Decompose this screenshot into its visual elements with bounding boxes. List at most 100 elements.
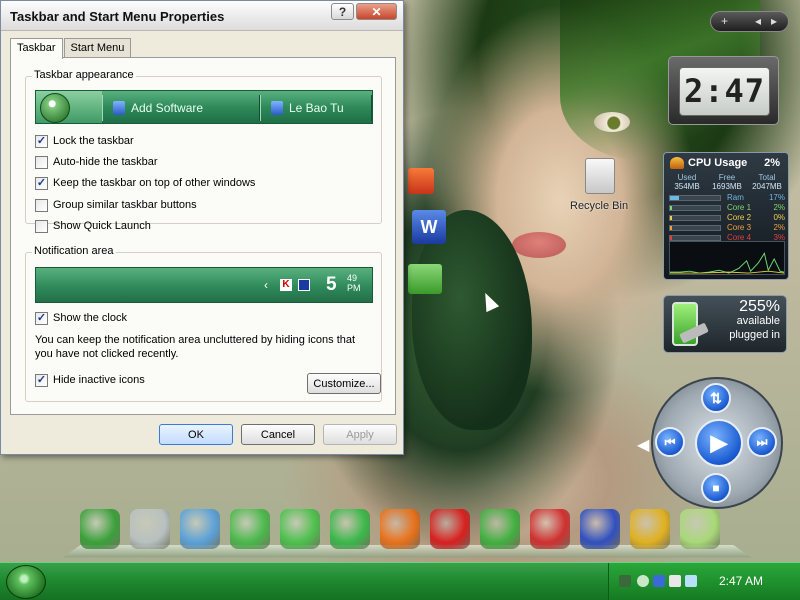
group-similar-checkbox[interactable]: Group similar taskbar buttons [35,198,197,212]
checkbox-label[interactable]: Lock the taskbar [53,135,134,147]
cpu-row-fill [670,196,679,200]
feather-icon[interactable] [580,509,620,549]
wallpaper-eye [594,112,630,132]
cpu-row-name: Core 2 [727,213,752,222]
collapse-arrow-icon[interactable]: ◀ [637,435,649,455]
display-icon[interactable] [685,575,697,587]
clock-gadget[interactable]: 2:47 [668,56,779,125]
used-header: Used [677,173,697,182]
control-panel-icon[interactable] [180,509,220,549]
dialog-titlebar[interactable]: Taskbar and Start Menu Properties ? ✕ [1,1,403,31]
computer-icon[interactable] [80,509,120,549]
checkbox-box[interactable]: ✓ [35,176,48,190]
checkbox-box[interactable]: ✓ [35,373,48,387]
recycle-bin-label[interactable]: Recycle Bin [570,200,628,212]
preview-task-le-bao-tu: Le Bao Tu [260,95,372,121]
tools-icon[interactable] [630,509,670,549]
powerpoint-icon[interactable] [408,168,434,194]
keep-on-top-checkbox[interactable]: ✓ Keep the taskbar on top of other windo… [35,176,255,190]
cpu-title: CPU Usage [688,157,748,169]
firefox-icon[interactable] [380,509,420,549]
battery-gadget[interactable]: 255% available plugged in [663,295,787,353]
preview-task-label: Add Software [131,101,204,115]
cpu-history-graph [669,241,785,275]
next-gadget-button[interactable]: ▸ [771,14,777,28]
close-button[interactable]: ✕ [356,3,397,20]
acrobat-icon[interactable] [530,509,570,549]
apply-button[interactable]: Apply [323,424,397,445]
checkbox-box[interactable] [35,155,48,169]
cancel-button[interactable]: Cancel [241,424,315,445]
prev-gadget-button[interactable]: ◂ [755,14,761,28]
cpu-row-bar [669,225,721,231]
notification-description: You can keep the notification area unclu… [35,334,356,360]
checkbox-label[interactable]: Group similar taskbar buttons [53,199,197,211]
recycle-icon[interactable] [637,575,649,587]
checkbox-box[interactable]: ✓ [35,134,48,148]
media-control-gadget: ◀ ⇅ ⏮ ▶ ⏭ ■ [637,377,787,509]
media-player-icon[interactable] [230,509,270,549]
start-orb-icon [40,93,70,123]
stop-button[interactable]: ■ [701,473,731,503]
preview-clock-hour: 5 [326,274,337,295]
cpu-row-bar [669,215,721,221]
skype-icon[interactable] [480,509,520,549]
customize-button[interactable]: Customize... [307,373,381,394]
lock-taskbar-checkbox[interactable]: ✓ Lock the taskbar [35,134,134,148]
window-icon [271,101,283,115]
notification-preview: ‹ K 5 49 PM [35,267,373,303]
checkbox-label[interactable]: Show Quick Launch [53,220,151,232]
preview-clock-ampm: PM [347,283,361,293]
shuffle-button[interactable]: ⇅ [701,383,731,413]
checkbox-box[interactable]: ✓ [35,311,48,325]
preview-task-label: Le Bao Tu [289,101,344,115]
free-header: Free [718,173,736,182]
checkbox-box[interactable] [35,198,48,212]
word-icon[interactable]: W [412,210,446,244]
preview-task-add-software: Add Software [102,95,260,121]
total-value: 2047MB [752,182,782,191]
checkbox-label[interactable]: Keep the taskbar on top of other windows [53,177,255,189]
help-button[interactable]: ? [331,3,354,20]
hide-inactive-checkbox[interactable]: ✓ Hide inactive icons [35,373,145,387]
volume-icon[interactable] [669,575,681,587]
checkbox-label[interactable]: Auto-hide the taskbar [53,156,158,168]
apple-icon[interactable] [280,509,320,549]
battery-status-1: available [736,315,780,327]
checkbox-label[interactable]: Hide inactive icons [53,374,145,386]
cpu-row-name: Core 3 [727,223,752,232]
cpu-row-fill [670,206,672,210]
dialog-tabs: Taskbar Start Menu [10,38,132,59]
recycle-bin-icon[interactable] [130,509,170,549]
tab-start-menu[interactable]: Start Menu [63,38,132,58]
network-icon[interactable] [619,575,631,587]
folder-icon[interactable] [680,509,720,549]
show-quick-launch-checkbox[interactable]: Show Quick Launch [35,219,151,233]
show-clock-checkbox[interactable]: ✓ Show the clock [35,311,127,325]
ok-button[interactable]: OK [159,424,233,445]
cpu-row: Core 3 2% [669,223,785,233]
next-track-button[interactable]: ⏭ [747,427,777,457]
taskbar-clock[interactable]: 2:47 AM [719,574,763,588]
previous-track-button[interactable]: ⏮ [655,427,685,457]
wallpaper-lips [512,232,566,258]
cpu-usage-gadget[interactable]: CPU Usage 2% Used Free Total 354MB 1693M… [663,152,789,280]
total-header: Total [758,173,776,182]
checkbox-box[interactable] [35,219,48,233]
battery-status-2: plugged in [729,329,780,341]
monitor-icon[interactable] [653,575,665,587]
cpu-row-value: 0% [773,213,785,222]
chevron-left-icon: ‹ [264,278,268,292]
dock-bar [63,505,751,558]
checkbox-label[interactable]: Show the clock [53,312,127,324]
opera-icon[interactable] [430,509,470,549]
add-gadget-button[interactable]: + [721,14,728,28]
recycle-bin-desktop-icon[interactable] [585,158,615,194]
internet-explorer-icon[interactable] [330,509,370,549]
play-button[interactable]: ▶ [695,419,743,467]
tab-taskbar[interactable]: Taskbar [10,38,63,59]
start-button[interactable] [6,565,46,599]
drive-icon[interactable] [408,264,442,294]
auto-hide-checkbox[interactable]: Auto-hide the taskbar [35,155,158,169]
taskbar-tab-panel: Taskbar appearance Add Software Le Bao T… [10,57,396,415]
